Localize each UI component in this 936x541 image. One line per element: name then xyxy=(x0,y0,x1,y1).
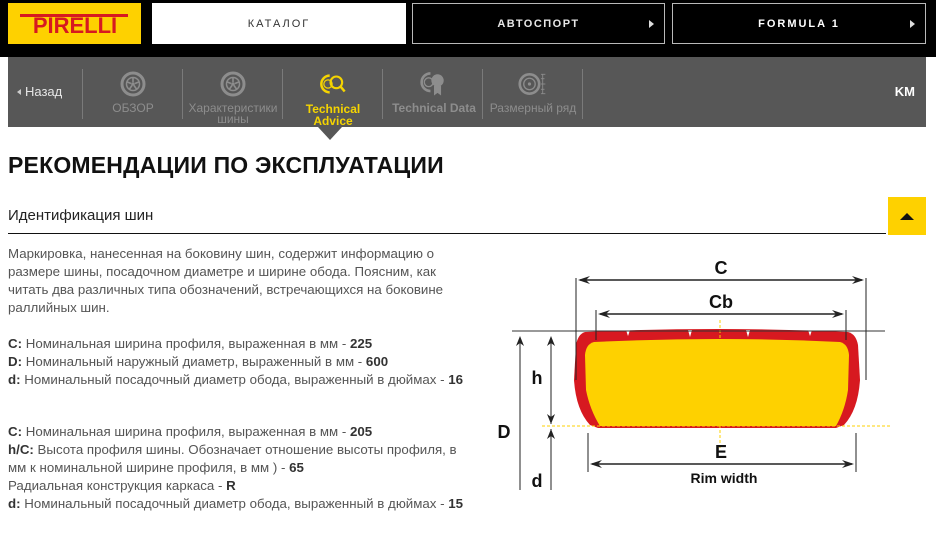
intro-paragraph: Маркировка, нанесенная на боковину шин, … xyxy=(8,246,444,315)
spec-description: Номинальный посадочный диаметр обода, вы… xyxy=(20,496,449,511)
caret-up-icon xyxy=(900,212,914,220)
spec-key: C: xyxy=(8,336,23,351)
spec-key: d: xyxy=(8,372,21,387)
nav-formula1[interactable]: FORMULA 1 xyxy=(672,3,926,44)
spec-value: 15 xyxy=(448,496,464,511)
tyre-magnifier-icon xyxy=(318,69,348,99)
nav-formula1-label: FORMULA 1 xyxy=(758,17,840,30)
spec-key: C: xyxy=(8,424,23,439)
tab-label: Характеристики шины xyxy=(188,101,278,126)
tab-label: Technical Advice xyxy=(305,102,361,128)
section-divider xyxy=(8,233,886,234)
spec-line: h/C: Высота профиля шины. Обозначает отн… xyxy=(8,441,468,477)
spec-description: Радиальная конструкция каркаса - xyxy=(8,478,227,493)
divider xyxy=(582,69,583,119)
back-link[interactable]: Назад xyxy=(17,84,62,99)
tab-technical-advice[interactable]: Technical Advice xyxy=(300,69,366,127)
back-label: Назад xyxy=(25,84,63,99)
spec-line: d: Номинальный посадочный диаметр обода,… xyxy=(8,495,468,513)
unit-toggle[interactable]: KM xyxy=(895,84,915,99)
spec-value: 65 xyxy=(289,460,304,475)
spec-key: h/C: xyxy=(8,442,34,457)
spec-key: D: xyxy=(8,354,23,369)
spec-value: 600 xyxy=(365,354,389,369)
spec-line: d: Номинальный посадочный диаметр обода,… xyxy=(8,371,468,389)
label-rim-width: Rim width xyxy=(691,470,758,486)
spec-line: C: Номинальная ширина профиля, выраженна… xyxy=(8,423,468,441)
divider xyxy=(382,69,383,119)
spec-line: D: Номинальный наружный диаметр, выражен… xyxy=(8,353,468,371)
nav-autosport-label: АВТОСПОРТ xyxy=(497,17,580,30)
marking-type-a: C: Номинальная ширина профиля, выраженна… xyxy=(8,335,468,389)
spec-value: 225 xyxy=(349,336,373,351)
label-D: D xyxy=(498,422,511,442)
section-title[interactable]: Идентификация шин xyxy=(8,207,153,224)
marking-type-b: C: Номинальная ширина профиля, выраженна… xyxy=(8,423,468,513)
label-e: E xyxy=(715,442,727,462)
label-h: h xyxy=(532,368,543,388)
tyre-dimension-diagram: C Cb D h d E Rim width xyxy=(498,258,890,491)
active-tab-pointer xyxy=(318,127,342,140)
label-d: d xyxy=(532,471,543,491)
spec-description: Высота профиля шины. Обозначает отношени… xyxy=(8,442,457,475)
tab-label: ОБЗОР xyxy=(112,101,154,115)
tyre-award-icon xyxy=(419,69,449,99)
pirelli-logo[interactable]: PIRELLI xyxy=(8,3,141,44)
tyre-icon xyxy=(118,69,148,99)
nav-catalog[interactable]: КАТАЛОГ xyxy=(152,3,406,44)
spec-line: Радиальная конструкция каркаса - R xyxy=(8,477,468,495)
tab-technical-data[interactable]: Technical Data xyxy=(388,69,480,114)
divider xyxy=(482,69,483,119)
nav-autosport[interactable]: АВТОСПОРТ xyxy=(412,3,665,44)
tab-overview[interactable]: ОБЗОР xyxy=(108,69,158,114)
spec-description: Номинальный наружный диаметр, выраженный… xyxy=(22,354,366,369)
chevron-left-icon xyxy=(17,88,21,95)
spec-key: d: xyxy=(8,496,21,511)
tab-label: Размерный ряд xyxy=(489,101,577,115)
top-navigation-bar: PIRELLI КАТАЛОГ АВТОСПОРТ FORMULA 1 xyxy=(0,0,936,57)
tyre-interior-yellow xyxy=(585,339,849,426)
pirelli-wordmark-icon: PIRELLI xyxy=(19,13,128,35)
page-title: РЕКОМЕНДАЦИИ ПО ЭКСПЛУАТАЦИИ xyxy=(8,152,444,178)
spec-value: 205 xyxy=(349,424,373,439)
chevron-right-icon xyxy=(910,19,915,28)
tab-label: Technical Data xyxy=(392,101,476,115)
tab-tyre-characteristics[interactable]: Характеристики шины xyxy=(186,69,280,125)
product-subnav: Назад ОБЗОР Характеристики шины Technica… xyxy=(8,57,926,127)
tab-size-range[interactable]: Размерный ряд xyxy=(486,69,580,114)
nav-catalog-label: КАТАЛОГ xyxy=(247,17,311,30)
spec-value: R xyxy=(226,478,236,493)
divider xyxy=(282,69,283,119)
label-c: C xyxy=(715,258,728,278)
spec-description: Номинальная ширина профиля, выраженная в… xyxy=(22,336,350,351)
divider xyxy=(182,69,183,119)
tyre-size-icon xyxy=(518,69,548,99)
spec-line: C: Номинальная ширина профиля, выраженна… xyxy=(8,335,468,353)
divider xyxy=(82,69,83,119)
label-cb: Cb xyxy=(709,292,733,312)
spec-description: Номинальный посадочный диаметр обода, вы… xyxy=(20,372,449,387)
tyre-icon xyxy=(218,69,248,99)
chevron-right-icon xyxy=(649,19,654,28)
spec-value: 16 xyxy=(448,372,464,387)
spec-description: Номинальная ширина профиля, выраженная в… xyxy=(22,424,350,439)
collapse-section-button[interactable] xyxy=(888,197,926,235)
